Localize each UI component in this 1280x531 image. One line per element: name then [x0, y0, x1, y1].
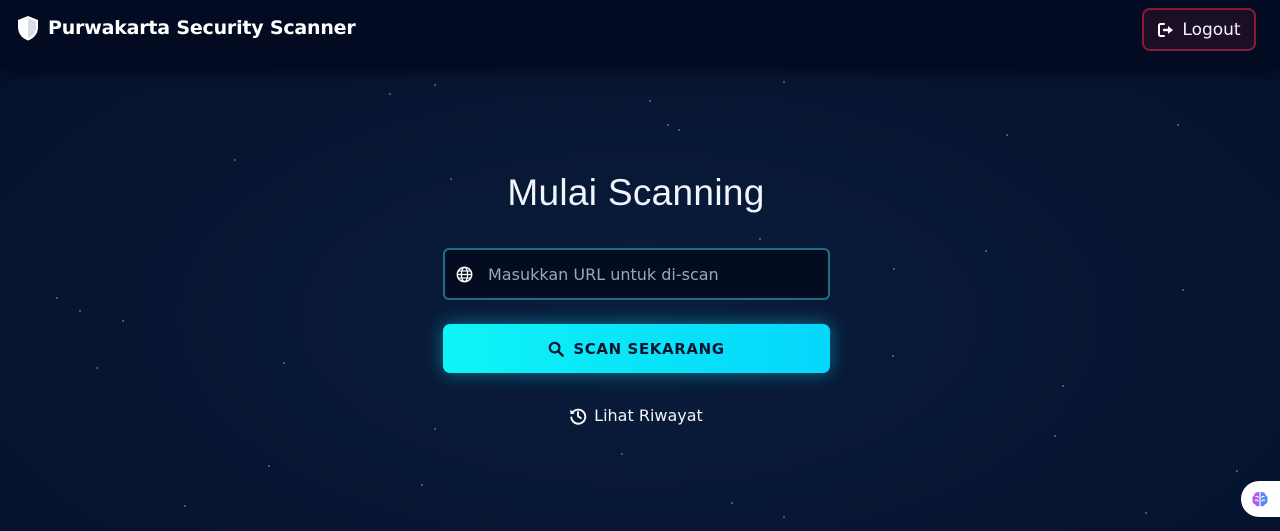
logout-button[interactable]: Logout [1142, 8, 1256, 51]
search-icon [548, 341, 565, 357]
sign-out-icon [1157, 21, 1175, 39]
page-title: Mulai Scanning [507, 172, 765, 213]
brand-title: Purwakarta Security Scanner [48, 17, 356, 39]
app-page: Purwakarta Security Scanner Logout Mulai… [0, 0, 1280, 531]
scan-button[interactable]: SCAN SEKARANG [443, 324, 830, 373]
history-icon [569, 407, 587, 425]
brand[interactable]: Purwakarta Security Scanner [16, 14, 356, 42]
logout-label: Logout [1182, 19, 1241, 40]
scan-button-label: SCAN SEKARANG [573, 339, 725, 358]
top-navbar: Purwakarta Security Scanner Logout [0, 0, 1280, 69]
shield-icon [16, 14, 40, 42]
history-link-label: Lihat Riwayat [594, 406, 703, 425]
url-field[interactable] [443, 248, 830, 300]
history-link[interactable]: Lihat Riwayat [0, 406, 1272, 425]
globe-icon [456, 266, 473, 283]
url-input[interactable] [486, 249, 828, 299]
assistant-launcher[interactable] [1241, 481, 1280, 517]
brain-icon [1250, 489, 1270, 509]
